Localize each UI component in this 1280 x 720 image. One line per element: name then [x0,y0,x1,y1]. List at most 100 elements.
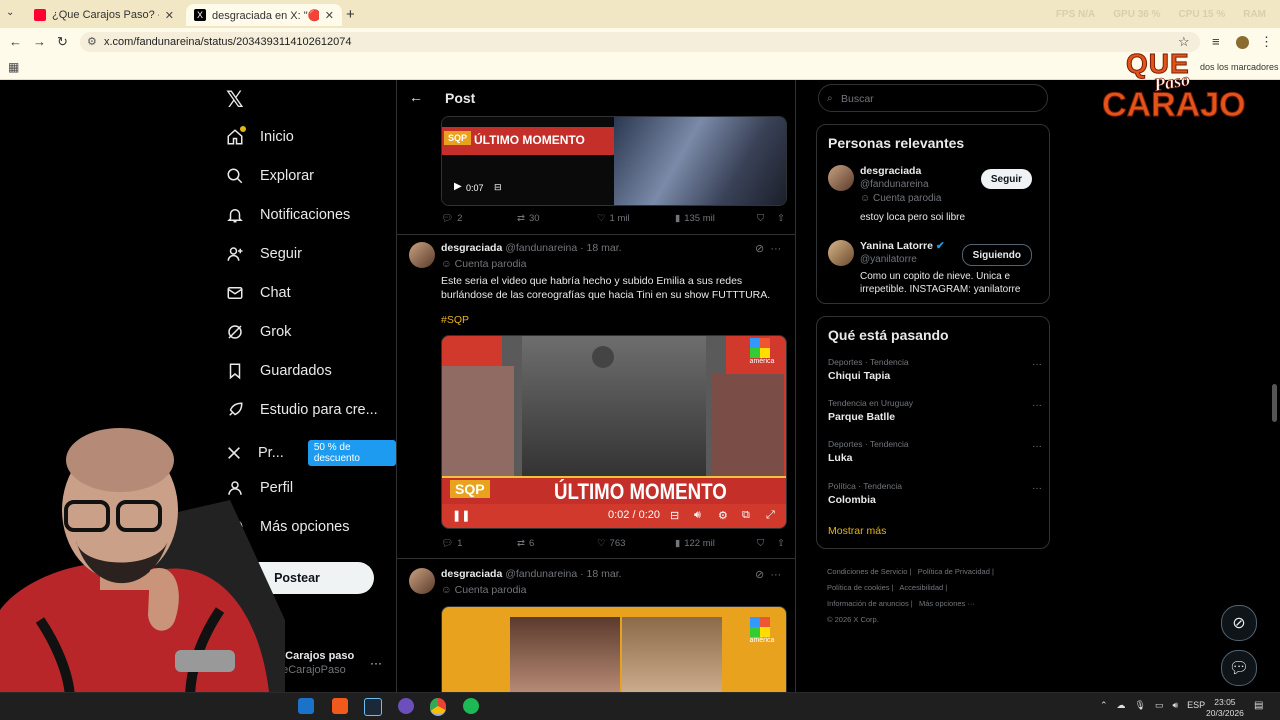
divider [397,234,795,235]
spotify-icon[interactable] [463,698,479,714]
site-info-icon[interactable]: ⚙ [87,32,97,52]
nav-item-explorar[interactable]: Explorar [226,167,314,185]
apps-grid-icon[interactable]: ▦ [8,60,19,74]
fullscreen-icon[interactable]: ⤢ [766,509,775,522]
video-player[interactable]: américa [441,606,787,692]
tweet-media-grid[interactable]: SQP ÚLTIMO MOMENTO ▶ 0:07 ⊟ [441,116,787,206]
video-thumbnail[interactable]: SQP ÚLTIMO MOMENTO ▶ 0:07 ⊟ [442,117,614,205]
search-input[interactable]: ⌕ Buscar [818,84,1048,112]
nav-item-guardados[interactable]: Guardados [226,362,332,380]
views-button[interactable]: ▮ 122 mil [675,538,757,549]
tweet-more-icons[interactable]: ⊘ ··· [755,568,781,581]
following-button[interactable]: Siguiendo [961,244,1032,266]
like-button[interactable]: ♡ 763 [597,538,675,549]
photo-thumbnail[interactable] [614,117,786,205]
video-player[interactable]: américa SQP ÚLTIMO MOMENTO ❚❚ 0:02 / 0:2… [441,335,787,529]
like-button[interactable]: ♡ 1 mil [597,213,675,224]
volume-icon[interactable]: 🔊︎ [694,509,701,522]
address-bar[interactable]: ⚙ x.com/fandunareina/status/203439311410… [80,32,1200,52]
store-icon[interactable] [298,698,314,714]
tab-youtube[interactable]: ¿Que Carajos Paso? - YouTube ✕ [26,4,182,26]
footer-link[interactable]: Información de anuncios [827,599,909,608]
browser-menu-icon[interactable]: ⋮ [1260,34,1273,50]
new-tab-icon[interactable]: + [346,6,355,23]
back-arrow-icon[interactable]: ← [409,89,423,105]
chevron-up-icon[interactable]: ⌃ [1100,700,1108,711]
close-tab-icon[interactable]: ✕ [165,9,174,22]
tab-title: desgraciada en X: "🔴ABRO [212,9,319,22]
chrome-icon[interactable] [430,698,446,716]
more-icon[interactable]: ··· [1032,359,1042,370]
settings-gear-icon[interactable]: ⚙ [718,509,728,522]
x-logo-icon[interactable]: 𝕏 [226,88,244,113]
microphone-icon[interactable]: 🎙︎ [1135,700,1146,711]
tweet-more-icons[interactable]: ⊘ ··· [755,242,781,255]
tab-list-chevron-icon[interactable]: ⌄ [6,7,14,18]
account-more-icon[interactable]: ··· [370,656,382,670]
nav-item-grok[interactable]: Grok [226,323,291,341]
cloud-icon[interactable]: ☁ [1117,700,1126,711]
discord-icon[interactable] [398,698,414,714]
tab-x-post[interactable]: X desgraciada en X: "🔴ABRO ✕ [186,4,342,26]
footer-link[interactable]: Accesibilidad [899,583,943,592]
avatar[interactable] [828,240,854,266]
steam-icon[interactable] [364,698,382,716]
hashtag-link[interactable]: #SQP [441,314,469,326]
close-tab-icon[interactable]: ✕ [325,9,334,22]
nav-item-notificaciones[interactable]: Notificaciones [226,206,350,224]
bookmark-icon[interactable]: ⛉ [757,538,777,549]
footer-link[interactable]: Más opciones ··· [919,599,975,608]
share-icon[interactable]: ⇧ [777,538,785,549]
footer-link[interactable]: Política de Privacidad [918,567,990,576]
avatar[interactable] [409,242,435,268]
captions-icon[interactable]: ⊟ [670,509,679,522]
messages-fab-button[interactable]: 💬︎ [1221,650,1257,686]
back-arrow-icon[interactable]: ← [9,34,22,49]
reload-icon[interactable]: ↻ [57,34,68,50]
captions-icon[interactable]: ⊟ [494,182,502,193]
extensions-icon[interactable]: ≡ [1212,34,1220,49]
more-icon[interactable]: ··· [1032,441,1042,452]
share-icon[interactable]: ⇧ [777,213,785,224]
page-scrollbar[interactable] [1272,384,1277,422]
footer-link[interactable]: Condiciones de Servicio [827,567,907,576]
network-icon[interactable]: ▭ [1155,700,1164,711]
avatar[interactable] [409,568,435,594]
show-more-link[interactable]: Mostrar más [828,525,886,537]
trend-item[interactable]: Deportes · Tendencia Luka ··· [828,439,1042,464]
trend-item[interactable]: Política · Tendencia Colombia ··· [828,481,1042,506]
follow-button[interactable]: Seguir [980,169,1032,189]
card-title: Qué está pasando [828,327,949,343]
pause-icon[interactable]: ❚❚ [452,509,470,522]
play-icon[interactable]: ▶ [454,181,462,192]
nav-item-seguir[interactable]: Seguir [226,245,302,263]
volume-icon[interactable]: 🔊︎ [1173,700,1179,711]
nav-item-chat[interactable]: Chat [226,284,291,302]
more-icon[interactable]: ··· [1032,483,1042,494]
more-icon[interactable]: ··· [1032,400,1042,411]
bookmark-icon[interactable]: ⛉ [757,213,777,224]
badge-label: Cuenta parodia [873,193,942,204]
repost-button[interactable]: ⇄ 30 [517,213,597,224]
language-indicator[interactable]: ESP [1187,700,1205,711]
avatar[interactable] [828,165,854,191]
tweet-author[interactable]: desgraciada @fandunareina · 18 mar. [441,568,622,580]
nav-item-estudio[interactable]: Estudio para cre... [226,401,378,419]
main-column: ← Post SQP ÚLTIMO MOMENTO ▶ 0:07 ⊟ 💬︎ 2 ⇄… [396,80,796,692]
tweet-author[interactable]: desgraciada @fandunareina · 18 mar. [441,242,622,254]
pip-icon[interactable]: ⧉ [742,509,750,522]
nav-item-inicio[interactable]: Inicio [226,128,294,146]
reply-button[interactable]: 💬︎ 1 [441,538,517,549]
reply-button[interactable]: 💬︎ 2 [441,213,517,224]
taskbar-clock[interactable]: 23:05 20/3/2026 [1206,697,1244,719]
profile-avatar[interactable] [1236,36,1249,49]
brave-browser-icon[interactable] [332,698,348,714]
trend-item[interactable]: Deportes · Tendencia Chiqui Tapia ··· [828,357,1042,382]
notification-icon[interactable]: ▤ [1254,700,1263,711]
footer-link[interactable]: Política de cookies [827,583,890,592]
trend-item[interactable]: Tendencia en Uruguay Parque Batlle ··· [828,398,1042,423]
grok-fab-button[interactable]: ⊘ [1221,605,1257,641]
forward-arrow-icon[interactable]: → [33,34,46,49]
views-button[interactable]: ▮ 135 mil [675,213,757,224]
repost-button[interactable]: ⇄ 6 [517,538,597,549]
